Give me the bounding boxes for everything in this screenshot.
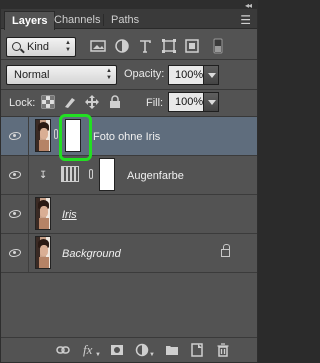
lock-transparent-icon[interactable] — [41, 95, 55, 109]
tab-paths[interactable]: Paths — [104, 11, 146, 29]
lock-position-icon[interactable] — [85, 95, 99, 109]
visibility-toggle[interactable] — [1, 156, 29, 194]
opacity-input[interactable]: 100% — [168, 65, 204, 85]
new-layer-icon[interactable] — [190, 343, 204, 357]
visibility-toggle[interactable] — [1, 195, 29, 233]
layer-name[interactable]: Augenfarbe — [127, 170, 184, 182]
fx-dropdown-icon[interactable]: ▼ — [95, 348, 101, 362]
panel-title-bar: ◂◂ — [1, 1, 257, 10]
shape-filter-icon[interactable] — [161, 38, 177, 54]
blend-mode-dropdown[interactable]: Normal ▲ ▼ — [6, 65, 117, 85]
eye-icon — [9, 132, 21, 140]
fill-input[interactable]: 100% — [168, 92, 204, 112]
layer-name[interactable]: Iris — [62, 209, 77, 221]
blend-mode-value: Normal — [14, 69, 50, 81]
eye-icon — [9, 210, 21, 218]
search-icon — [12, 42, 21, 51]
layer-name[interactable]: Foto ohne Iris — [93, 131, 160, 143]
visibility-toggle[interactable] — [1, 117, 29, 155]
updown-arrows-icon: ▲ ▼ — [65, 40, 71, 53]
visibility-toggle[interactable] — [1, 234, 29, 272]
lock-icon[interactable] — [221, 244, 230, 257]
layers-panel: ◂◂ Layers Channels Paths ☰ Kind ▲ ▼ Norm… — [0, 0, 258, 363]
layer-thumbnail[interactable] — [35, 197, 51, 230]
add-mask-icon[interactable] — [110, 343, 124, 357]
adjustment-dropdown-icon[interactable]: ▼ — [149, 348, 155, 362]
layers-list: Foto ohne Iris ↧ Augenfarbe Iris Backgro… — [1, 117, 257, 337]
mask-link-icon[interactable] — [89, 169, 93, 179]
layer-row-foto-ohne-iris[interactable]: Foto ohne Iris — [1, 117, 257, 156]
filter-toggle-icon[interactable] — [210, 38, 226, 54]
layer-mask-thumbnail[interactable] — [99, 158, 115, 191]
panel-tab-strip: ◂◂ Layers Channels Paths ☰ — [1, 1, 257, 30]
layer-thumbnail[interactable] — [35, 236, 51, 269]
filter-kind-label: Kind — [27, 41, 50, 53]
filter-kind-dropdown[interactable]: Kind ▲ ▼ — [6, 37, 76, 57]
eye-icon — [9, 171, 21, 179]
fill-label: Fill: — [146, 97, 164, 109]
opacity-slider-button[interactable] — [203, 65, 219, 85]
layer-row-background[interactable]: Background — [1, 234, 257, 273]
mask-link-icon[interactable] — [54, 129, 58, 139]
layer-thumbnail[interactable] — [35, 119, 51, 152]
divider — [1, 89, 257, 90]
lock-image-icon[interactable] — [63, 95, 77, 109]
tab-channels[interactable]: Channels — [47, 11, 107, 29]
fill-slider-button[interactable] — [203, 92, 219, 112]
type-filter-icon[interactable] — [137, 38, 153, 54]
layer-row-iris[interactable]: Iris — [1, 195, 257, 234]
lock-label: Lock: — [9, 97, 36, 109]
layer-name[interactable]: Background — [62, 248, 121, 260]
pixel-filter-icon[interactable] — [90, 38, 106, 54]
opacity-label: Opacity: — [124, 68, 165, 80]
new-group-icon[interactable] — [165, 343, 179, 357]
mask-highlight-annotation — [59, 114, 92, 161]
layer-row-augenfarbe[interactable]: ↧ Augenfarbe — [1, 156, 257, 195]
updown-arrows-icon: ▲ ▼ — [106, 68, 112, 81]
eye-icon — [9, 249, 21, 257]
panel-menu-icon[interactable]: ☰ — [240, 13, 251, 27]
lock-all-icon[interactable] — [108, 95, 122, 109]
divider — [1, 59, 257, 60]
fx-icon[interactable]: fx — [83, 343, 92, 357]
levels-adjustment-icon[interactable] — [61, 166, 79, 182]
new-adjustment-icon[interactable] — [135, 343, 149, 357]
delete-layer-icon[interactable] — [216, 343, 230, 357]
layers-bottom-toolbar: fx ▼ ▼ — [1, 337, 257, 362]
adjustment-filter-icon[interactable] — [114, 38, 130, 54]
smart-object-filter-icon[interactable] — [184, 38, 200, 54]
collapse-panel-icon[interactable]: ◂◂ — [245, 1, 252, 10]
clipping-arrow-icon: ↧ — [39, 170, 48, 181]
link-layers-icon[interactable] — [56, 343, 70, 357]
